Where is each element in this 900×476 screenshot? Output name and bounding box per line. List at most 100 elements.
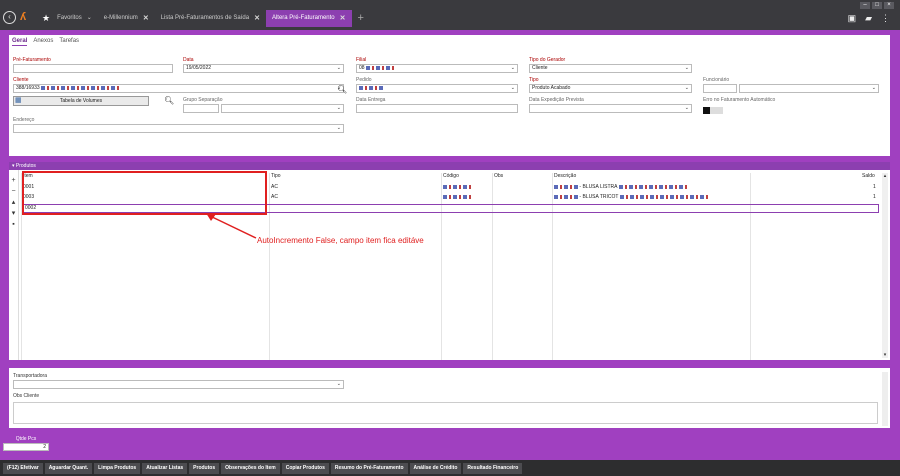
redacted-text [41, 85, 122, 90]
cliente-field: Cliente 388/16933 ⌄ [13, 77, 344, 93]
tab-tarefas[interactable]: Tarefas [59, 38, 79, 46]
funcionario-select[interactable]: ⌄ [739, 84, 879, 93]
data-entrega-input[interactable] [356, 104, 518, 113]
tab-label: Altera Pré-Faturamento [271, 15, 335, 21]
tab-favorites[interactable]: ★ Favoritos ⌄ [36, 10, 98, 27]
funcionario-field: Funcionário ⌄ [703, 77, 879, 93]
grupo-separacao-code-input[interactable] [183, 104, 219, 113]
tab-geral[interactable]: Geral [12, 38, 28, 46]
redacted-text [554, 194, 578, 199]
chevron-down-icon: ⌄ [336, 381, 341, 387]
endereco-select[interactable]: ⌄ [13, 124, 344, 133]
data-expedicao-input[interactable]: ⌄ [529, 104, 692, 113]
row1-codigo[interactable] [443, 184, 473, 190]
row1-saldo[interactable]: 1 [873, 184, 876, 190]
field-value [359, 85, 385, 92]
chat-icon[interactable]: ▰ [865, 13, 872, 24]
resultado-financeiro-button[interactable]: Resultado Financeiro [463, 462, 523, 474]
add-row-icon[interactable]: + [9, 175, 18, 186]
field-label: Funcionário [703, 77, 730, 83]
chevron-down-icon: ⌄ [684, 85, 689, 91]
menu-icon[interactable]: ⋮ [881, 13, 890, 24]
erro-faturamento-toggle[interactable] [703, 107, 723, 114]
close-icon[interactable]: × [884, 2, 894, 9]
funcionario-code-input[interactable] [703, 84, 737, 93]
action-bar: (F12) Efetivar Aguardar Quant. Limpa Pro… [0, 460, 900, 476]
cliente-select[interactable]: 388/16933 ⌄ [13, 84, 344, 93]
chevron-down-icon: ⌄ [336, 105, 341, 111]
aguardar-quant-button[interactable]: Aguardar Quant. [44, 462, 93, 474]
transportadora-select[interactable]: ⌄ [13, 380, 344, 389]
resumo-pre-faturamento-button[interactable]: Resumo do Pré-Faturamento [330, 462, 408, 474]
scroll-down-icon[interactable]: ▾ [882, 352, 888, 358]
delete-row-icon[interactable]: ▪ [9, 219, 18, 230]
tipo-gerador-select[interactable]: Cliente ⌄ [529, 64, 692, 73]
col-header-obs[interactable]: Obs [494, 173, 503, 179]
title-bar: – □ × ‹ ʎ ★ Favoritos ⌄ e-Millennium ✕ L… [0, 0, 900, 30]
tabela-volumes-button[interactable]: Tabela de Volumes [13, 96, 149, 106]
bottom-scrollbar[interactable] [882, 372, 888, 426]
move-up-icon[interactable]: ▴ [9, 197, 18, 208]
limpa-produtos-button[interactable]: Limpa Produtos [94, 462, 141, 474]
tab-lista-pre-faturamentos[interactable]: Lista Pré-Faturamentos de Saída ✕ [155, 10, 266, 27]
tipo-select[interactable]: Produto Acabado ⌄ [529, 84, 692, 93]
move-down-icon[interactable]: ▾ [9, 208, 18, 219]
data-input[interactable]: 19/05/2022 ⌄ [183, 64, 344, 73]
analise-credito-button[interactable]: Análise de Crédito [409, 462, 462, 474]
grupo-separacao-select[interactable]: ⌄ [221, 104, 344, 113]
pedido-field: Pedido ⌄ [356, 77, 518, 93]
close-tab-icon[interactable]: ✕ [340, 10, 346, 27]
col-header-saldo[interactable]: Saldo [862, 173, 875, 179]
chevron-down-icon: ⌄ [336, 125, 341, 131]
produtos-section-header[interactable]: ▾ Produtos [9, 162, 890, 170]
tab-emillennium[interactable]: e-Millennium ✕ [98, 10, 155, 27]
copiar-produtos-button[interactable]: Copiar Produtos [281, 462, 329, 474]
tab-anexos[interactable]: Anexos [33, 38, 53, 46]
field-label: Cliente [13, 77, 29, 83]
search-icon[interactable]: 🔍︎ [337, 85, 347, 94]
grid-scrollbar[interactable]: ▴ ▾ [882, 173, 888, 358]
logo-icon: ʎ [20, 11, 27, 23]
col-header-tipo[interactable]: Tipo [271, 173, 281, 179]
field-label: Data Expedição Prevista [529, 97, 584, 103]
new-tab-icon[interactable]: + [352, 10, 370, 27]
grupo-separacao-field: Grupo Separação ⌄ [183, 97, 344, 113]
remove-row-icon[interactable]: − [9, 186, 18, 197]
obs-cliente-textarea[interactable] [13, 402, 878, 424]
minimize-icon[interactable]: – [860, 2, 870, 9]
row1-descricao[interactable]: - BLUSA LISTRA [554, 184, 689, 190]
observacoes-item-button[interactable]: Observações do Item [221, 462, 280, 474]
back-icon[interactable]: ‹ [3, 11, 16, 24]
annotation-arrow [206, 213, 257, 239]
column-divider [552, 173, 553, 360]
redacted-text [618, 184, 689, 189]
chevron-down-icon: ⌄ [86, 15, 92, 21]
close-tab-icon[interactable]: ✕ [254, 10, 260, 27]
clipboard-icon[interactable]: ▣ [848, 13, 857, 24]
pre-faturamento-input[interactable] [13, 64, 173, 73]
maximize-icon[interactable]: □ [872, 2, 882, 9]
column-divider [750, 173, 751, 360]
tab-altera-pre-faturamento[interactable]: Altera Pré-Faturamento ✕ [265, 10, 352, 27]
col-header-codigo[interactable]: Código [443, 173, 459, 179]
row1-tipo[interactable]: AC [271, 184, 278, 190]
tab-label: Lista Pré-Faturamentos de Saída [160, 15, 250, 21]
row2-saldo[interactable]: 1 [873, 194, 876, 200]
pedido-select[interactable]: ⌄ [356, 84, 518, 93]
efetivar-button[interactable]: (F12) Efetivar [3, 462, 43, 474]
search-icon[interactable]: 🔍︎ [164, 96, 174, 105]
row2-descricao[interactable]: - BLUSA TRICOT [554, 194, 710, 200]
row2-tipo[interactable]: AC [271, 194, 278, 200]
scroll-up-icon[interactable]: ▴ [882, 173, 888, 179]
right-tools: ▣ ▰ ⋮ [848, 13, 890, 24]
col-header-descricao[interactable]: Descrição [554, 173, 576, 179]
window-controls: – □ × [860, 2, 894, 9]
row2-codigo[interactable] [443, 194, 473, 200]
close-tab-icon[interactable]: ✕ [143, 10, 149, 27]
field-label: Obs Cliente [13, 393, 40, 399]
data-expedicao-field: Data Expedição Prevista ⌄ [529, 97, 692, 113]
annotation-highlight-box [22, 171, 267, 215]
produtos-button[interactable]: Produtos [189, 462, 220, 474]
atualizar-listas-button[interactable]: Atualizar Listas [142, 462, 188, 474]
filial-select[interactable]: 08 ⌄ [356, 64, 518, 73]
